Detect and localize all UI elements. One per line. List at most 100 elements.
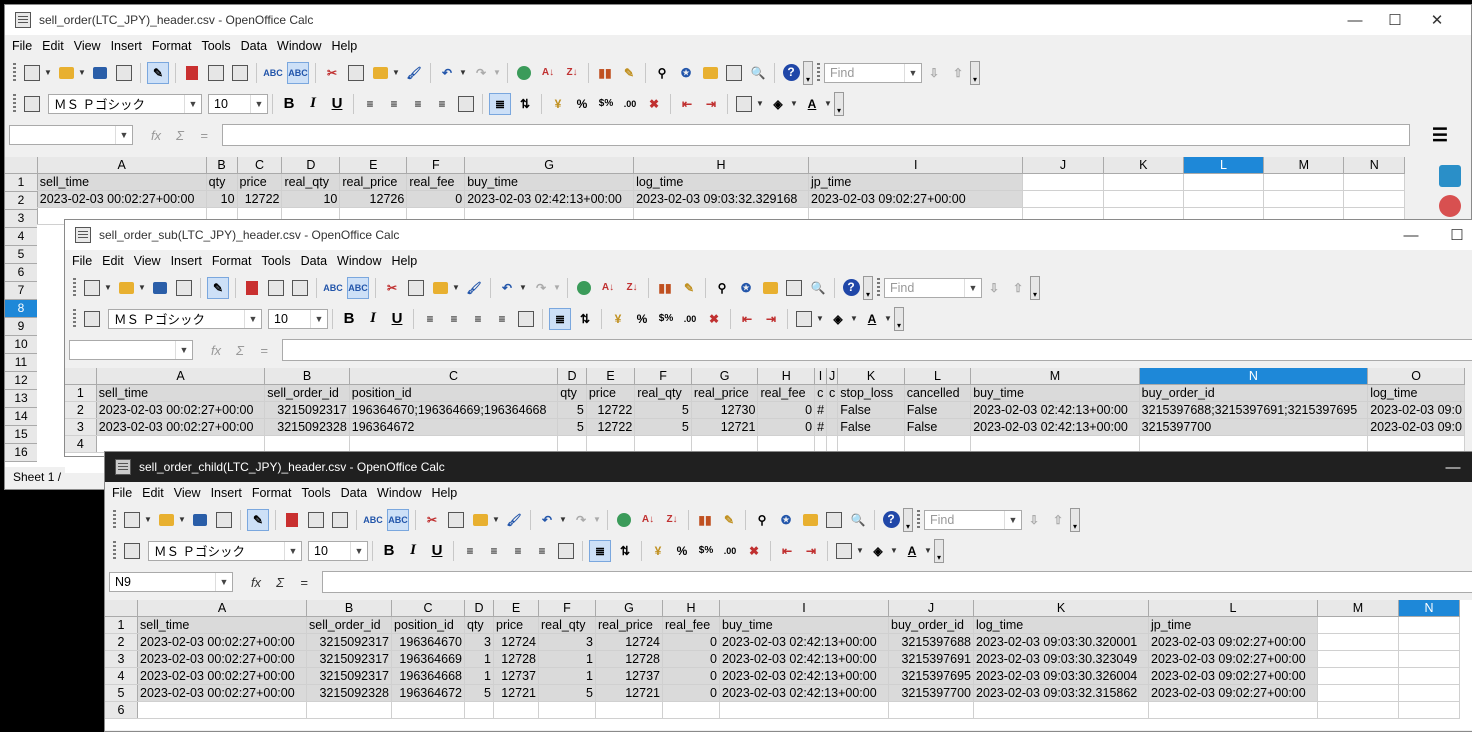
underline-icon[interactable]: U (387, 309, 407, 329)
cell[interactable] (1367, 435, 1465, 453)
gallery-icon[interactable] (800, 510, 820, 530)
column-header-d[interactable]: D (464, 600, 494, 617)
cell[interactable]: 3215397700 (888, 684, 974, 702)
justify-icon[interactable]: ≡ (432, 94, 452, 114)
cell[interactable]: 3215092328 (264, 418, 350, 436)
column-header-n[interactable]: N (1343, 157, 1405, 174)
cell[interactable]: 2023-02-03 09:03:30.323049 (973, 650, 1149, 668)
find-replace-icon[interactable]: ⚲ (712, 278, 732, 298)
cell[interactable] (1317, 650, 1399, 668)
row-header[interactable]: 14 (5, 408, 37, 426)
toolbar-overflow-icon[interactable]: ▾ (1030, 275, 1040, 300)
open-folder-icon[interactable] (156, 510, 176, 530)
cell[interactable]: 2023-02-03 09:02:27+00:00 (1148, 650, 1318, 668)
name-box[interactable]: ▼ (9, 125, 133, 145)
export-pdf-icon[interactable] (282, 510, 302, 530)
percent-icon[interactable]: % (572, 94, 592, 114)
print-preview-icon[interactable] (330, 510, 350, 530)
toolbar-grip[interactable] (917, 509, 920, 530)
save-icon[interactable] (190, 510, 210, 530)
clone-formatting-icon[interactable]: 🖌 (404, 63, 424, 83)
cell[interactable] (973, 701, 1149, 719)
sort-ascending-icon[interactable]: A↓ (598, 278, 618, 298)
font-name-select[interactable]: ＭＳ Ｐゴシック ▼ (148, 540, 302, 561)
sheet-table[interactable]: A B C D E F G H I J K L M N 1 sell_time sell_order_id pos… (105, 600, 1460, 719)
title-bar[interactable]: sell_order_sub(LTC_JPY)_header.csv - Ope… (65, 220, 1472, 250)
chevron-down-icon[interactable]: ▼ (104, 283, 112, 292)
sort-descending-icon[interactable]: Z↓ (622, 278, 642, 298)
add-decimal-icon[interactable]: .00 (720, 541, 740, 561)
column-header-g[interactable]: G (595, 600, 663, 617)
export-pdf-icon[interactable] (242, 278, 262, 298)
cell[interactable] (634, 435, 692, 453)
column-header-l[interactable]: L (904, 368, 972, 385)
print-icon[interactable] (306, 510, 326, 530)
show-draw-functions-icon[interactable]: ✎ (719, 510, 739, 530)
align-center-icon[interactable]: ≡ (384, 94, 404, 114)
cell[interactable]: 2023-02-03 02:42:13+00:00 (464, 190, 635, 208)
sum-icon[interactable]: Σ (171, 128, 189, 143)
menu-tools[interactable]: Tools (296, 486, 335, 500)
column-header-d[interactable]: D (557, 368, 587, 385)
chevron-down-icon[interactable]: ▼ (350, 541, 367, 560)
hyperlink-icon[interactable] (514, 63, 534, 83)
cell[interactable]: 196364672 (349, 418, 559, 436)
row-header[interactable]: 6 (5, 264, 37, 282)
cell[interactable]: 3215092317 (306, 667, 392, 685)
chevron-down-icon[interactable]: ▼ (492, 515, 500, 524)
menu-format[interactable]: Format (147, 39, 197, 53)
menu-insert[interactable]: Insert (206, 486, 247, 500)
add-decimal-icon[interactable]: .00 (620, 94, 640, 114)
chevron-down-icon[interactable]: ▼ (175, 341, 192, 359)
save-icon[interactable] (90, 63, 110, 83)
column-header-e[interactable]: E (493, 600, 539, 617)
chevron-down-icon[interactable]: ▼ (756, 99, 764, 108)
menu-insert[interactable]: Insert (106, 39, 147, 53)
cell[interactable]: jp_time (1148, 616, 1318, 634)
new-document-icon[interactable] (122, 510, 142, 530)
column-header-h[interactable]: H (633, 157, 810, 174)
row-header[interactable]: 1 (105, 616, 138, 634)
hyperlink-icon[interactable] (574, 278, 594, 298)
cell[interactable] (1398, 667, 1460, 685)
cell[interactable]: 12730 (691, 401, 759, 419)
menu-data[interactable]: Data (296, 254, 332, 268)
column-header-f[interactable]: F (406, 157, 466, 174)
cell[interactable]: price (586, 384, 636, 402)
cell[interactable]: 12728 (493, 650, 539, 668)
currency-icon[interactable]: ¥ (548, 94, 568, 114)
cell[interactable] (826, 401, 839, 419)
cell[interactable]: False (904, 401, 972, 419)
cell[interactable]: 1 (538, 667, 596, 685)
chevron-down-icon[interactable]: ▼ (78, 68, 86, 77)
menu-edit[interactable]: Edit (137, 486, 169, 500)
increase-indent-icon[interactable]: ⇥ (701, 94, 721, 114)
cell[interactable]: qty (464, 616, 494, 634)
name-box[interactable]: N9 ▼ (109, 572, 233, 592)
cell[interactable]: 5 (464, 684, 494, 702)
menu-data[interactable]: Data (236, 39, 272, 53)
styles-icon[interactable] (122, 541, 142, 561)
cell[interactable]: 196364672 (391, 684, 465, 702)
cell[interactable]: 10 (281, 190, 341, 208)
cell[interactable]: real_price (339, 173, 408, 191)
cell[interactable]: 3215397688 (888, 633, 974, 651)
minimize-icon[interactable]: — (1391, 220, 1431, 250)
paste-icon[interactable] (470, 510, 490, 530)
column-header-j[interactable]: J (1022, 157, 1104, 174)
merge-cells-icon[interactable] (556, 541, 576, 561)
menu-view[interactable]: View (129, 254, 166, 268)
function-wizard-icon[interactable]: fx (147, 128, 165, 143)
maximize-icon[interactable]: ☐ (1437, 220, 1472, 250)
toolbar-overflow-icon[interactable]: ▾ (934, 538, 944, 563)
align-top-icon[interactable]: ≣ (549, 307, 571, 330)
data-sources-icon[interactable] (784, 278, 804, 298)
export-pdf-icon[interactable] (182, 63, 202, 83)
data-sources-icon[interactable] (724, 63, 744, 83)
cell[interactable] (464, 701, 494, 719)
print-preview-icon[interactable] (230, 63, 250, 83)
chevron-down-icon[interactable]: ▼ (44, 68, 52, 77)
new-document-icon[interactable] (82, 278, 102, 298)
column-header-n[interactable]: N (1139, 368, 1369, 385)
cell[interactable]: 12737 (493, 667, 539, 685)
